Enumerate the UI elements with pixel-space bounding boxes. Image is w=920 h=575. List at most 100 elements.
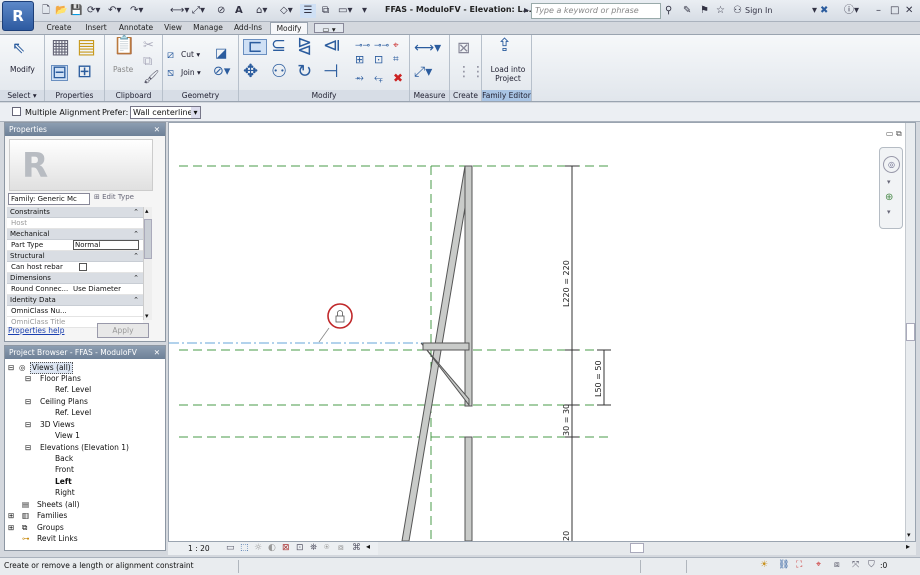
select-links-icon[interactable]: ⛓ <box>778 560 789 570</box>
trim-single-icon[interactable]: ⥆ <box>374 71 383 85</box>
communication-icon[interactable]: ⚑ <box>700 4 709 18</box>
dropdown-arrow-icon[interactable]: ▾ <box>191 107 200 118</box>
tree-right[interactable]: Right <box>55 488 75 498</box>
group-structural[interactable]: Structural ⌃ <box>7 251 143 262</box>
type-properties-icon[interactable]: ▤ <box>77 36 96 56</box>
tree-floor-ref-level[interactable]: Ref. Level <box>55 385 91 395</box>
lock-constraint-icon[interactable] <box>318 303 353 343</box>
scroll-down-icon[interactable]: ▾ <box>145 312 149 320</box>
join-geometry-icon[interactable]: ⧅ <box>167 66 174 80</box>
family-category-icon[interactable]: ⊞ <box>77 63 92 81</box>
dimension-label-l220[interactable]: L220 = 220 <box>562 260 571 307</box>
exchange-icon[interactable]: ✖ <box>820 4 828 18</box>
thin-lines-icon[interactable]: ☰ <box>300 4 316 18</box>
tree-left[interactable]: Left <box>55 477 72 487</box>
modify-cursor-icon[interactable]: ⇖ <box>12 40 25 56</box>
text-icon[interactable]: A <box>235 4 243 18</box>
prefer-dropdown[interactable]: Wall centerlines ▾ <box>130 106 201 119</box>
select-pinned-icon[interactable]: ⌖ <box>816 560 821 570</box>
drag-elements-icon[interactable]: ⤧ <box>852 560 859 570</box>
minimize-icon[interactable]: – <box>876 4 881 18</box>
favorites-icon[interactable]: ☆ <box>716 4 725 18</box>
application-menu-button[interactable]: R <box>2 1 34 31</box>
close-hidden-icon[interactable]: ⧉ <box>322 4 329 18</box>
tree-elevations[interactable]: Elevations (Elevation 1) <box>40 443 129 453</box>
user-icon[interactable]: ⚇ <box>733 4 742 18</box>
tag-icon[interactable]: ⊘ <box>217 4 225 18</box>
dimension-icon[interactable]: ⤢▾ <box>192 4 205 18</box>
open-icon[interactable]: 📂 <box>55 4 67 18</box>
sync-icon[interactable]: ⟳▾ <box>87 4 100 18</box>
tree-families[interactable]: Families <box>37 511 67 521</box>
trim-multiple-icon[interactable]: ⥇ <box>355 71 364 85</box>
zoom-region-icon[interactable]: ⊕ <box>885 192 893 203</box>
tab-insert[interactable]: Insert <box>80 22 112 34</box>
close-icon[interactable]: ✕ <box>905 4 913 18</box>
mirror-axis-icon[interactable]: ⧎ <box>297 37 312 55</box>
search-input[interactable]: Type a keyword or phrase <box>531 3 661 19</box>
dimension-label-20[interactable]: 20 <box>562 531 571 541</box>
group-identity-data[interactable]: Identity Data ⌃ <box>7 295 143 306</box>
aligned-dimension-icon[interactable]: ⤢▾ <box>414 65 432 79</box>
show-crop-icon[interactable]: ⊡ <box>296 543 304 553</box>
maximize-icon[interactable]: □ <box>890 4 899 18</box>
mirror-draw-icon[interactable]: ⧏ <box>323 37 341 55</box>
pin-icon[interactable]: ⌖ <box>393 39 399 53</box>
vertical-scrollbar[interactable]: ▾ <box>905 123 915 541</box>
paste-button[interactable]: Paste <box>113 65 133 74</box>
collapse-icon[interactable]: ⊟ <box>25 374 31 384</box>
tree-view-1[interactable]: View 1 <box>55 431 80 441</box>
collapse-icon[interactable]: ⌃ <box>133 251 139 262</box>
redo-icon[interactable]: ↷▾ <box>130 4 143 18</box>
help-icon[interactable]: ⓘ▾ <box>844 4 859 18</box>
dimension-label-30[interactable]: 30 = 30 <box>562 404 571 436</box>
collapse-icon[interactable]: ⊟ <box>25 420 31 430</box>
group-mechanical[interactable]: Mechanical ⌃ <box>7 229 143 240</box>
restore-view-icon[interactable]: ▭ <box>886 129 894 138</box>
collapse-icon[interactable]: ⌃ <box>133 295 139 306</box>
tree-groups[interactable]: Groups <box>37 523 64 533</box>
filter-icon[interactable]: ⛉ <box>868 560 875 570</box>
reveal-hidden-icon[interactable]: ⍟ <box>324 543 329 553</box>
wall-joins-icon[interactable]: ◪ <box>215 47 227 61</box>
subscription-icon[interactable]: ✎ <box>683 4 691 18</box>
unpin-icon[interactable]: ⌗ <box>393 53 399 67</box>
zoom-dropdown-icon[interactable]: ▾ <box>887 208 891 216</box>
load-into-project-button[interactable]: Load into Project <box>486 65 530 83</box>
vertical-member-lower[interactable] <box>464 436 473 541</box>
collapse-icon[interactable]: ⊟ <box>25 443 31 453</box>
create-group-icon[interactable]: ⋮⋮ <box>457 65 485 79</box>
split-gap-icon[interactable]: ⊸⊸ <box>374 39 389 53</box>
part-type-field[interactable]: Normal <box>73 240 139 250</box>
horizontal-scrollbar[interactable]: ▸ <box>378 542 916 555</box>
properties-icon[interactable]: ▦ <box>51 36 70 56</box>
properties-help-link[interactable]: Properties help <box>8 326 65 335</box>
tree-3d-views[interactable]: 3D Views <box>40 420 75 430</box>
round-connector-value[interactable]: Use Diameter <box>73 284 121 295</box>
expand-icon[interactable]: ⊞ <box>8 511 14 521</box>
scroll-up-icon[interactable]: ▴ <box>145 207 149 215</box>
edit-type-button[interactable]: ⊞ Edit Type <box>94 193 134 201</box>
can-host-rebar-checkbox[interactable] <box>79 263 87 271</box>
vertical-member[interactable] <box>464 165 473 407</box>
temp-hide-icon[interactable]: ⛯ <box>310 543 317 553</box>
group-constraints[interactable]: Constraints ⌃ <box>7 207 143 218</box>
contextual-tab-toggle-icon[interactable]: ▭ ▾ <box>314 23 344 34</box>
wheel-dropdown-icon[interactable]: ▾ <box>887 178 891 186</box>
collapse-icon[interactable]: ⌃ <box>133 229 139 240</box>
expand-icon[interactable]: ⊞ <box>8 523 14 533</box>
section-icon[interactable]: ◇▾ <box>280 4 293 18</box>
trim-icon[interactable]: ⊣ <box>323 63 339 81</box>
tree-revit-links[interactable]: Revit Links <box>37 534 78 544</box>
switch-windows-icon[interactable]: ▭▾ <box>338 4 352 18</box>
close-browser-icon[interactable]: ✕ <box>154 346 160 359</box>
split-icon[interactable]: ⊸⊸ <box>355 39 370 53</box>
visual-style-icon[interactable]: ⬚ <box>240 543 249 553</box>
array-icon[interactable]: ⊞ <box>355 53 364 67</box>
worksharing-icon[interactable]: ⧇ <box>338 543 344 553</box>
cut-small-icon[interactable]: ✂ <box>143 39 154 53</box>
sun-path-icon[interactable]: ☼ <box>254 543 262 553</box>
select-dropdown[interactable]: Select ▾ <box>0 90 44 101</box>
tab-view[interactable]: View <box>160 22 186 34</box>
drawing-canvas[interactable]: L220 = 220 L50 = 50 30 = 30 20 ▭ ⧉ ✕ ◎ ▾… <box>168 122 916 542</box>
